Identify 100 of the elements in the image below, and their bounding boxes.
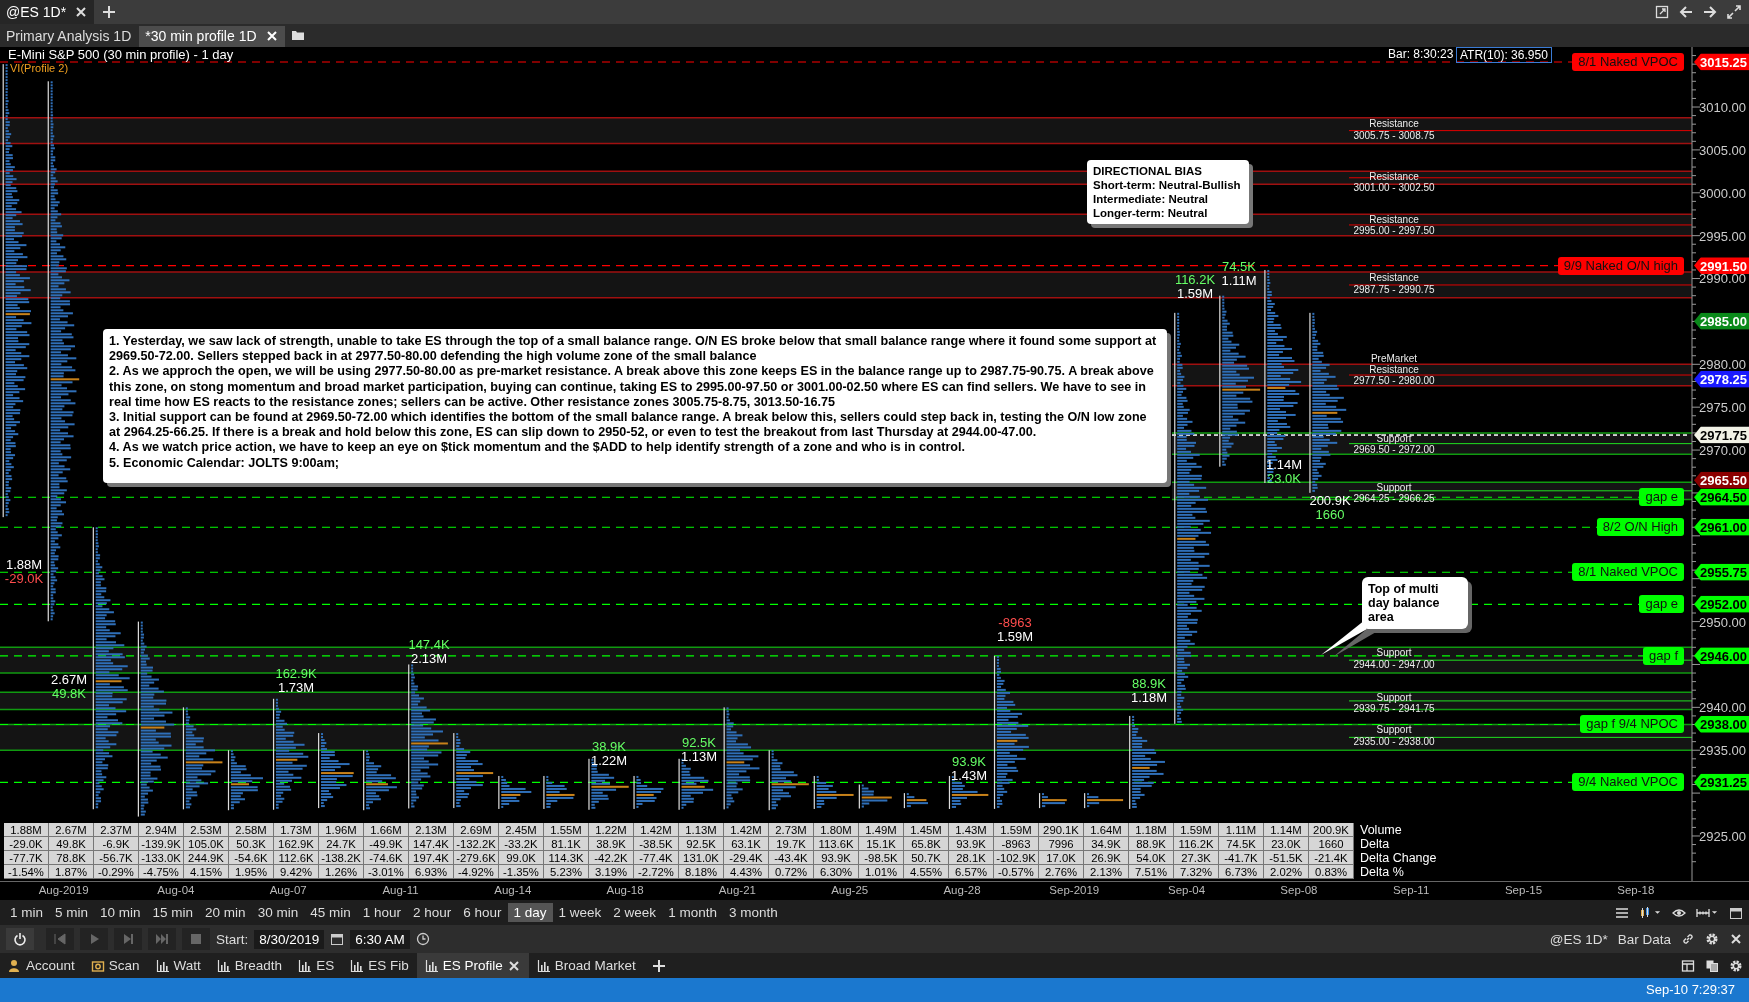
play-button[interactable] — [80, 928, 108, 950]
note-paragraph: 4. As we watch price action, we have to keep an eye on $tick momentum and the $ADD to help identify strength of a zone and who is in control. — [109, 440, 967, 456]
row-label: Delta — [1359, 836, 1391, 851]
level-label: 8/1 Naked VPOC — [1572, 563, 1684, 582]
zone-label: Support — [1376, 647, 1412, 659]
table-cell: 1.45M — [904, 822, 949, 837]
table-cell: 2.13M — [409, 822, 454, 837]
bar-chart-icon — [536, 958, 551, 973]
profile-value: 88.9K — [1131, 676, 1167, 691]
step-button[interactable] — [114, 928, 142, 950]
popout-icon[interactable] — [1655, 5, 1669, 19]
date-axis-label: Sep-08 — [1280, 884, 1318, 897]
volume-profile-drawing — [588, 758, 629, 810]
table-cell: 1.14M — [1264, 822, 1309, 837]
copy-icon[interactable] — [1705, 958, 1719, 973]
zone-label: Support — [1376, 432, 1412, 444]
fast-forward-button[interactable] — [148, 928, 176, 950]
timeframe-button[interactable]: 2 week — [607, 903, 663, 923]
layout-icon[interactable] — [1681, 958, 1695, 973]
price-axis-label: 3010.00 — [1699, 99, 1746, 115]
level-label: 8/1 Naked VPOC — [1572, 52, 1684, 71]
workspace-tab[interactable]: Scan — [82, 953, 148, 978]
page-tab[interactable]: *30 min profile 1D — [139, 25, 285, 47]
timeframe-button[interactable]: 15 min — [146, 903, 200, 923]
timeframe-button[interactable]: 5 min — [49, 903, 95, 923]
window-tab[interactable]: @ES 1D* — [0, 0, 95, 24]
table-cell: 200.9K — [1309, 822, 1354, 837]
table-cell: 1.55M — [544, 822, 589, 837]
zone-range: 2944.00 - 2947.00 — [1353, 659, 1435, 671]
table-cell: 1.11M — [1219, 822, 1264, 837]
date-field[interactable]: 8/30/2019 — [254, 929, 325, 949]
profile-value: 1.73M — [276, 680, 316, 695]
timeframe-button[interactable]: 1 week — [552, 903, 608, 923]
status-clock: Sep-10 7:29:37 — [1646, 982, 1735, 998]
volume-profile-drawing — [813, 775, 854, 809]
workspace-tab[interactable]: ES Profile — [416, 953, 529, 978]
timeframe-button[interactable]: 6 hour — [457, 903, 508, 923]
rewind-button[interactable] — [46, 928, 74, 950]
workspace-tab[interactable]: Watt — [147, 953, 209, 978]
clock-icon[interactable] — [415, 932, 430, 946]
timeframe-button[interactable]: 30 min — [251, 903, 305, 923]
table-cell: 2.69M — [454, 822, 499, 837]
price-tag: 2946.00 — [1694, 647, 1749, 665]
settings-icon[interactable] — [1705, 932, 1719, 946]
table-cell: 290.1K — [1039, 822, 1084, 837]
timeframe-button[interactable]: 3 month — [722, 903, 784, 923]
stop-button[interactable] — [182, 928, 210, 950]
close-icon[interactable] — [506, 958, 521, 973]
timeframe-button[interactable]: 10 min — [94, 903, 147, 923]
workspace-tab[interactable]: Account — [0, 953, 83, 978]
list-icon[interactable] — [1615, 905, 1629, 920]
timeframe-button[interactable]: 2 hour — [406, 903, 458, 923]
link-icon[interactable] — [1681, 932, 1695, 946]
chart-type-icon[interactable] — [1639, 905, 1662, 920]
settings-icon[interactable] — [1729, 958, 1743, 973]
volume-profile-drawing — [227, 750, 263, 811]
price-axis-label: 2980.00 — [1699, 356, 1746, 372]
calendar-icon[interactable] — [330, 932, 345, 946]
calendar-icon[interactable] — [1729, 905, 1743, 920]
timeframe-button[interactable]: 1 hour — [356, 903, 407, 923]
price-tag: 2964.50 — [1694, 488, 1749, 506]
level-label: gap e — [1639, 488, 1684, 507]
table-cell: 1.59M — [994, 822, 1039, 837]
volume-profile-drawing — [543, 775, 575, 809]
symbol-label: @ES 1D* — [1549, 931, 1608, 947]
table-cell: 2.58M — [229, 822, 274, 837]
scan-icon — [90, 958, 105, 973]
workspace-tab[interactable]: Broad Market — [528, 953, 644, 978]
table-cell: 1.66M — [364, 822, 409, 837]
forward-arrow-icon[interactable] — [1703, 5, 1717, 19]
workspace-tab[interactable]: ES — [290, 953, 343, 978]
workspace-tab[interactable]: Breadth — [208, 953, 291, 978]
timeframe-button[interactable]: 45 min — [304, 903, 357, 923]
price-tag: 2985.00 — [1694, 312, 1749, 330]
power-button[interactable] — [6, 928, 34, 950]
time-field[interactable]: 6:30 AM — [350, 929, 410, 949]
back-arrow-icon[interactable] — [1679, 5, 1693, 19]
expand-icon[interactable] — [1727, 5, 1741, 19]
timeframe-button[interactable]: 20 min — [199, 903, 252, 923]
volume-profile-drawing — [363, 750, 397, 811]
price-tag: 2991.50 — [1694, 257, 1749, 275]
timeframe-button[interactable]: 1 day — [507, 903, 553, 923]
close-icon[interactable] — [1729, 932, 1743, 946]
volume-profile-drawing — [633, 775, 664, 809]
bar-chart-icon — [424, 958, 439, 973]
workspace-tab[interactable]: ES Fib — [342, 953, 417, 978]
timeframe-button[interactable]: 1 month — [662, 903, 723, 923]
zone-range: 3001.00 - 3002.50 — [1353, 182, 1435, 194]
timeframe-button[interactable]: 1 min — [4, 903, 49, 923]
table-cell: 1.80M — [814, 822, 859, 837]
price-tag: 2952.00 — [1694, 595, 1749, 613]
volume-profile-drawing — [858, 784, 892, 809]
folder-icon[interactable] — [290, 28, 305, 43]
study-label: VI(Profile 2) — [10, 61, 69, 74]
price-axis-label: 3005.00 — [1699, 142, 1746, 158]
close-icon[interactable] — [74, 5, 89, 19]
price-axis-label: 2925.00 — [1699, 828, 1746, 844]
level-label: 9/4 Naked VPOC — [1572, 773, 1684, 792]
price-tag: 2971.75 — [1694, 426, 1749, 444]
profile-value: 1.43M — [950, 768, 988, 783]
